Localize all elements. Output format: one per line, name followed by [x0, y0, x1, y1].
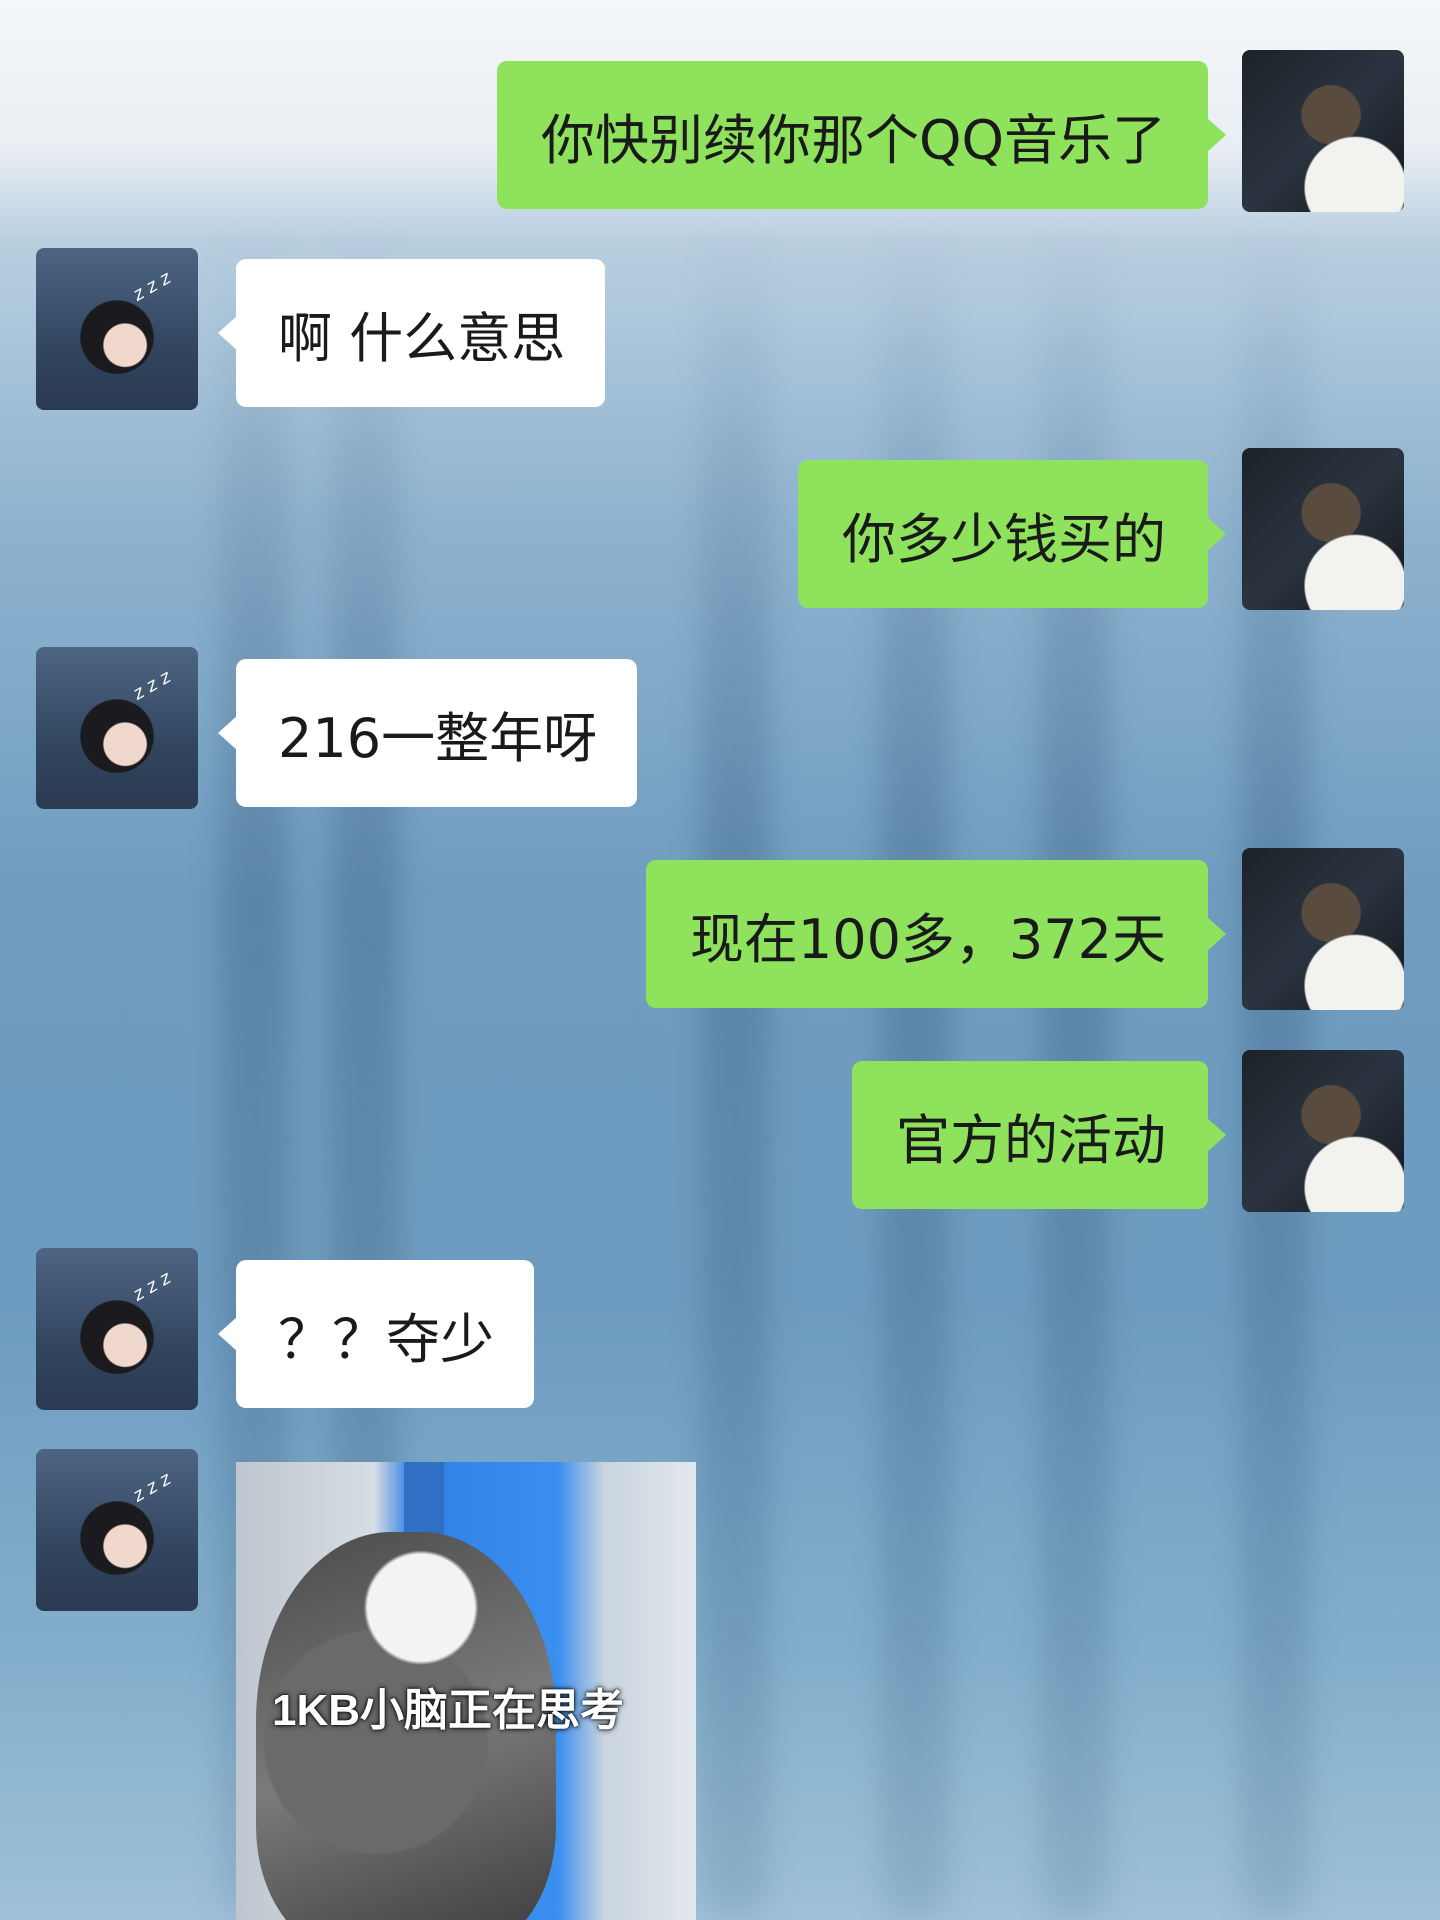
received-message-bubble[interactable]: 啊 什么意思 — [217, 259, 606, 407]
message-text: 啊 什么意思 — [278, 306, 566, 370]
message-text: 你多少钱买的 — [842, 507, 1166, 571]
message-text: 你快别续你那个QQ音乐了 — [540, 108, 1166, 172]
contact-avatar[interactable]: z z z — [36, 1449, 198, 1611]
sticker-image[interactable]: 1KB小脑正在思考 — [236, 1462, 696, 1920]
message-text: 官方的活动 — [896, 1108, 1166, 1172]
my-avatar[interactable] — [1242, 1050, 1404, 1212]
contact-avatar[interactable]: z z z — [36, 647, 198, 809]
zzz-mark: z z z — [129, 666, 175, 705]
sent-message-bubble[interactable]: 官方的活动 — [852, 1061, 1226, 1209]
message-text: 现在100多，372天 — [689, 907, 1166, 971]
zzz-mark: z z z — [129, 1267, 175, 1306]
received-message-bubble[interactable]: 216一整年呀 — [217, 659, 638, 807]
message-text: ？？夺少 — [278, 1307, 494, 1371]
sent-message-bubble[interactable]: 你多少钱买的 — [798, 460, 1226, 608]
received-message-bubble[interactable]: ？？夺少 — [218, 1260, 534, 1408]
my-avatar[interactable] — [1242, 448, 1404, 610]
sticker-caption: 1KB小脑正在思考 — [272, 1686, 625, 1735]
contact-avatar[interactable]: z z z — [36, 248, 198, 410]
message-text: 216一整年呀 — [278, 706, 598, 770]
my-avatar[interactable] — [1242, 848, 1404, 1010]
contact-avatar[interactable]: z z z — [36, 1248, 198, 1410]
zzz-mark: z z z — [129, 1468, 175, 1507]
rain-streak — [700, 220, 770, 1920]
sent-message-bubble[interactable]: 现在100多，372天 — [645, 860, 1227, 1008]
sent-message-bubble[interactable]: 你快别续你那个QQ音乐了 — [496, 61, 1227, 209]
zzz-mark: z z z — [129, 267, 175, 306]
my-avatar[interactable] — [1242, 50, 1404, 212]
